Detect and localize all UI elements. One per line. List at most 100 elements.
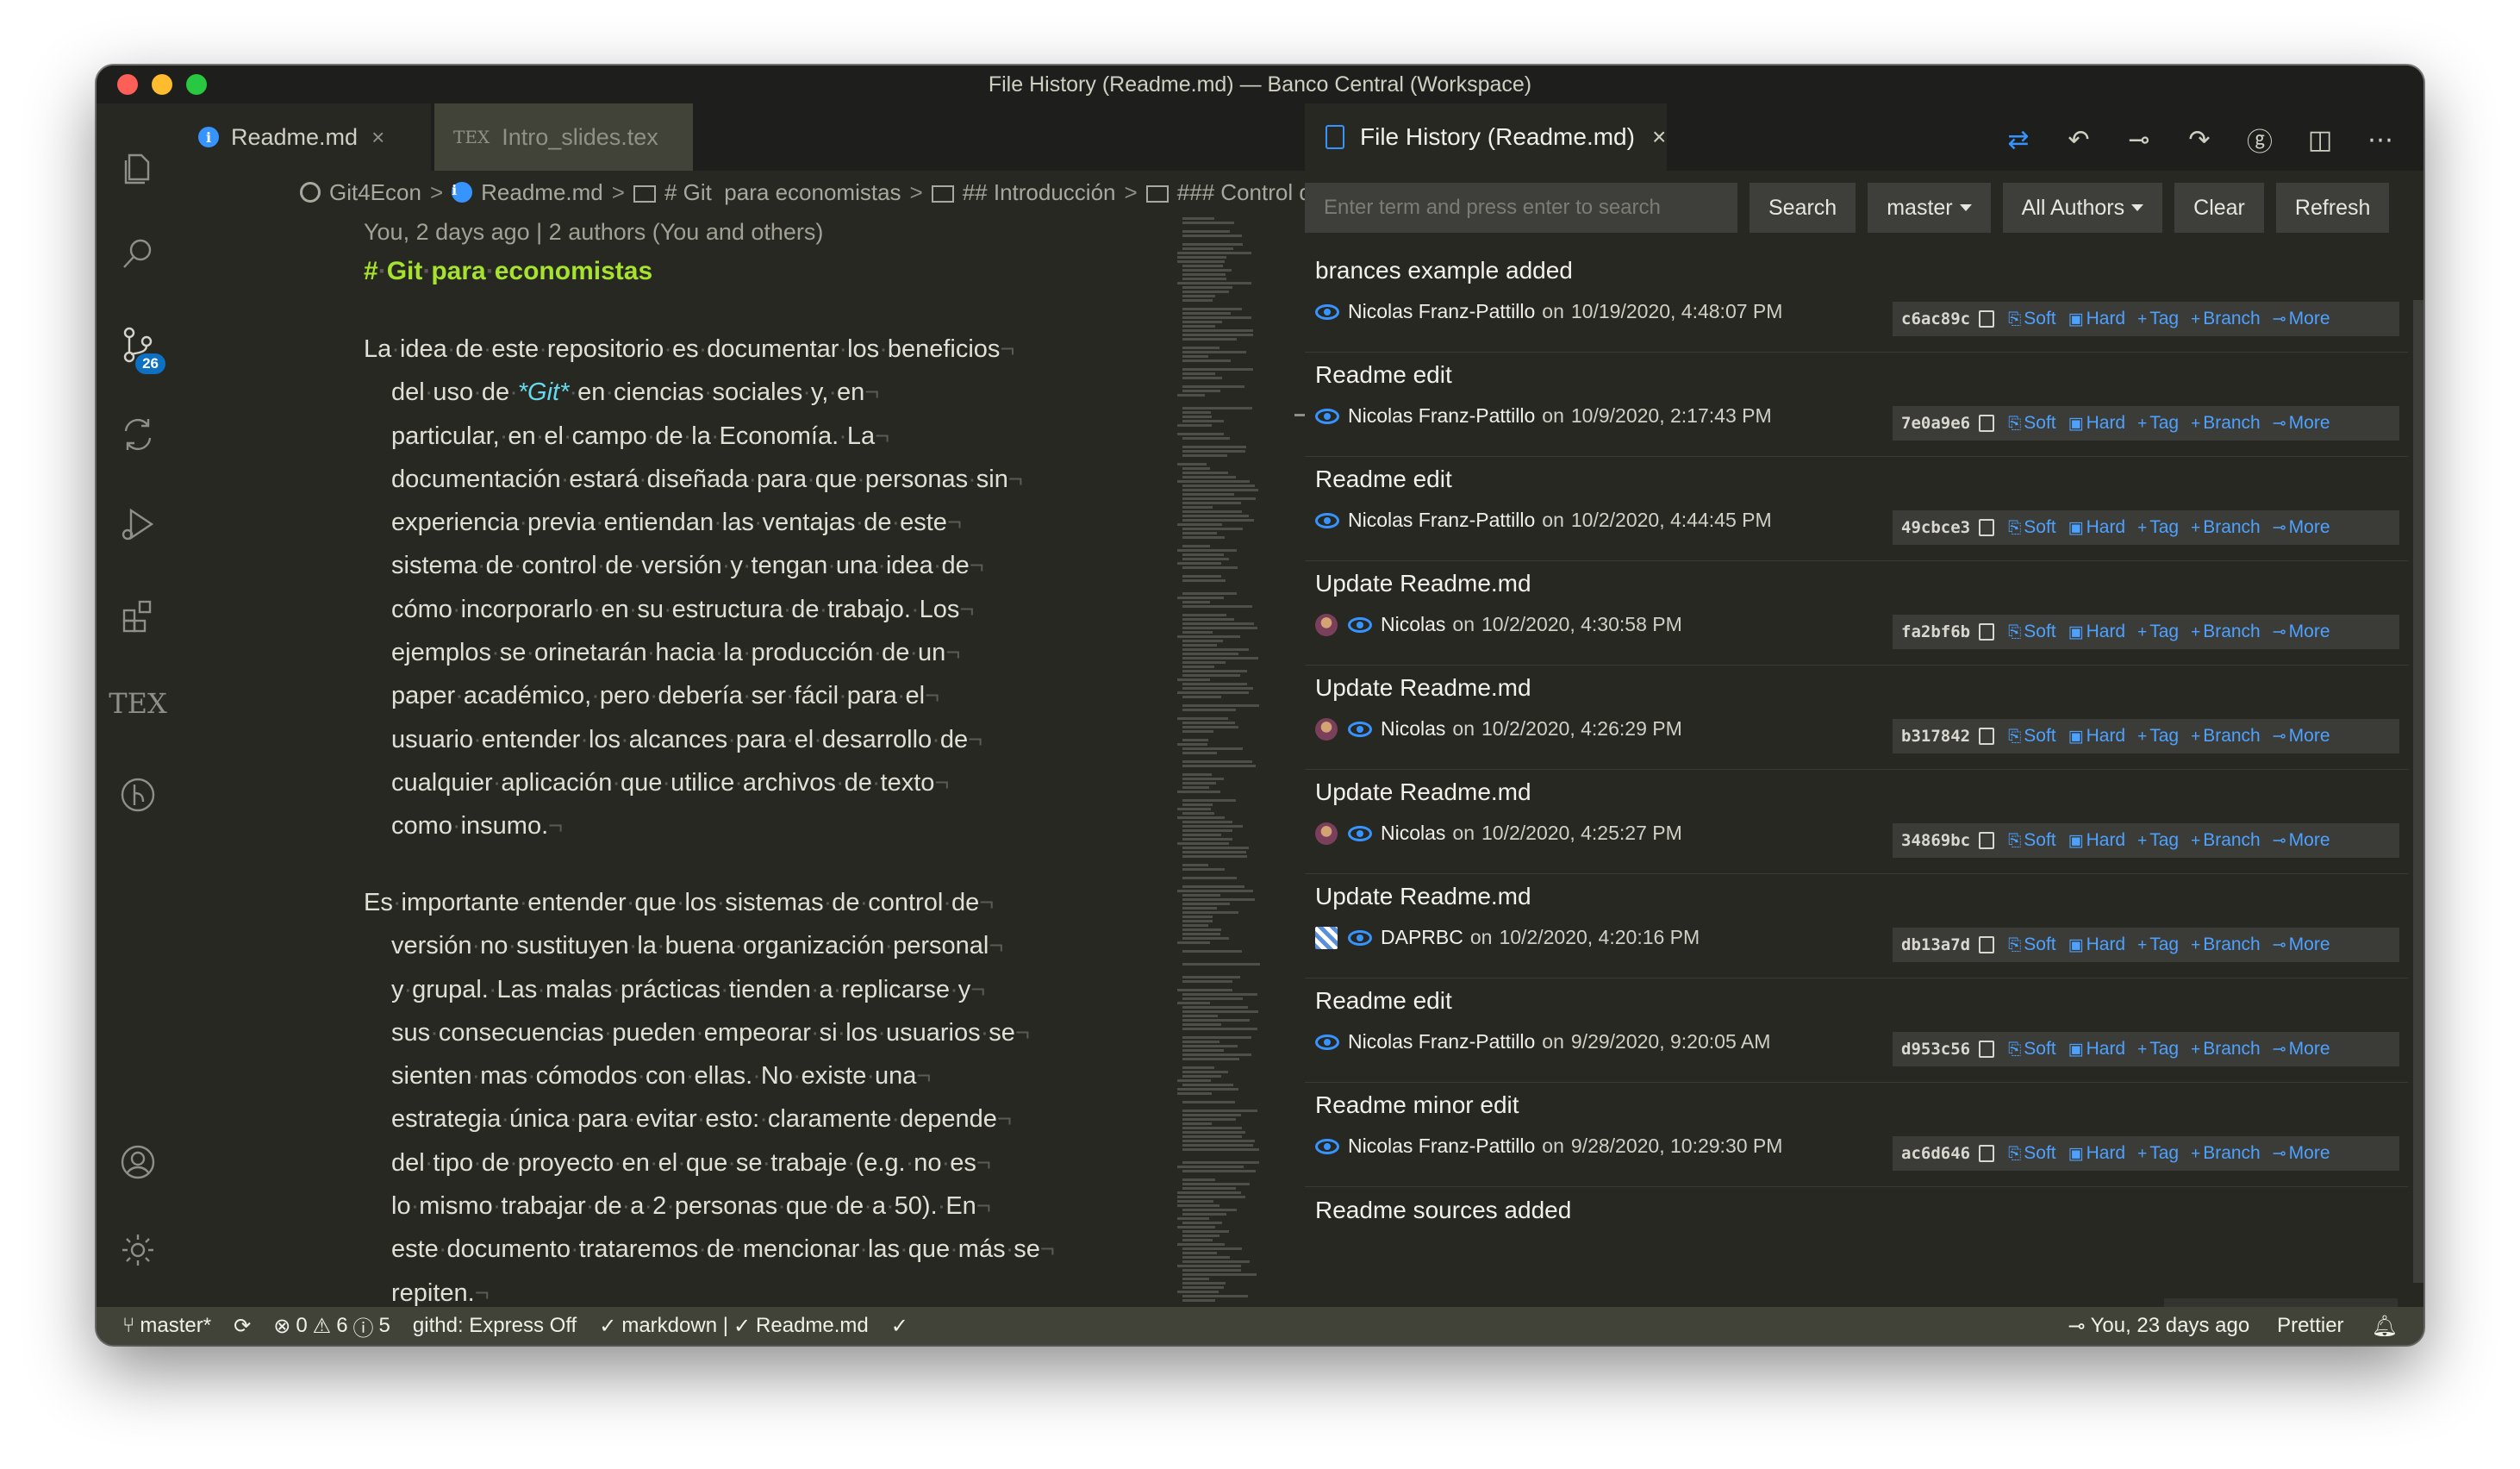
copy-icon[interactable] — [1979, 519, 1995, 536]
commit-row[interactable]: Readme sources added — [1305, 1188, 2408, 1292]
commit-hash[interactable]: 49cbce3 — [1901, 518, 1970, 537]
hard-reset-button[interactable]: ▣ Hard — [2068, 1143, 2125, 1164]
eye-icon[interactable] — [1315, 408, 1339, 424]
blame-status[interactable]: ⊸ You, 23 days ago — [2068, 1314, 2249, 1339]
more-button[interactable]: ⊸ More — [2273, 622, 2330, 642]
commit-author[interactable]: Nicolas Franz-Pattillo — [1348, 404, 1535, 428]
tab-file-history[interactable]: File History (Readme.md) × — [1305, 103, 1667, 171]
add-branch-button[interactable]: + Branch — [2191, 413, 2261, 434]
more-button[interactable]: ⊸ More — [2273, 1039, 2330, 1060]
check-icon[interactable]: ✓ — [891, 1314, 908, 1339]
add-branch-button[interactable]: + Branch — [2191, 309, 2261, 329]
git-sync-icon[interactable] — [114, 410, 162, 459]
zoom-window-button[interactable] — [186, 74, 207, 95]
copy-icon[interactable] — [1979, 1041, 1995, 1058]
tab-close-icon[interactable]: × — [371, 124, 384, 151]
commit-row[interactable]: Readme minor edit Nicolas Franz-Pattillo o… — [1305, 1083, 2408, 1187]
more-button[interactable]: ⊸ More — [2273, 726, 2330, 747]
commit-message[interactable]: Readme sources added — [1315, 1197, 1571, 1224]
commit-message[interactable]: Readme edit — [1315, 987, 1452, 1015]
more-actions-icon[interactable]: ⋯ — [2363, 125, 2398, 155]
add-tag-button[interactable]: + Tag — [2137, 622, 2179, 642]
prettier-status[interactable]: Prettier — [2277, 1314, 2343, 1338]
commit-author[interactable]: Nicolas — [1381, 822, 1445, 845]
extensions-icon[interactable] — [114, 591, 162, 640]
git-graph-icon[interactable]: ⓖ — [2242, 121, 2277, 159]
clear-button[interactable]: Clear — [2174, 183, 2264, 233]
editor-content[interactable]: You, 2 days ago | 2 authors (You and oth… — [179, 214, 1265, 1307]
notifications-bell-icon[interactable]: 🔔︎ — [2372, 1314, 2398, 1339]
copy-icon[interactable] — [1979, 728, 1995, 745]
soft-reset-button[interactable]: ⎘ Soft — [2008, 1143, 2056, 1164]
add-branch-button[interactable]: + Branch — [2191, 935, 2261, 955]
search-button[interactable]: Search — [1750, 183, 1856, 233]
language-status[interactable]: ✓ markdown | ✓ Readme.md — [599, 1314, 869, 1339]
git-compare-icon[interactable]: ⇄ — [2001, 125, 2036, 155]
add-tag-button[interactable]: + Tag — [2137, 1039, 2179, 1060]
commit-hash[interactable]: d953c56 — [1901, 1040, 1970, 1059]
hard-reset-button[interactable]: ▣ Hard — [2068, 726, 2125, 747]
commit-icon[interactable]: ⊸ — [2122, 125, 2156, 155]
more-button[interactable]: ⊸ More — [2273, 517, 2330, 538]
commit-message[interactable]: Readme edit — [1315, 361, 1452, 389]
eye-icon[interactable] — [1315, 303, 1339, 320]
commit-hash[interactable]: 7e0a9e6 — [1901, 414, 1970, 433]
commit-author[interactable]: Nicolas Franz-Pattillo — [1348, 1135, 1535, 1158]
history-scrollbar[interactable] — [2413, 300, 2423, 1283]
branch-dropdown[interactable]: master — [1868, 183, 1991, 233]
commit-message[interactable]: Update Readme.md — [1315, 778, 1531, 806]
copy-icon[interactable] — [1979, 832, 1995, 849]
soft-reset-button[interactable]: ⎘ Soft — [2008, 622, 2056, 642]
eye-icon[interactable] — [1348, 616, 1372, 633]
tab-intro-slides[interactable]: TEX Intro_slides.tex — [434, 103, 693, 171]
hard-reset-button[interactable]: ▣ Hard — [2068, 517, 2125, 538]
add-tag-button[interactable]: + Tag — [2137, 517, 2179, 538]
add-branch-button[interactable]: + Branch — [2191, 830, 2261, 851]
commit-row[interactable]: Readme edit Nicolas Franz-Pattillo on 9/29/… — [1305, 978, 2408, 1083]
tab-close-icon[interactable]: × — [1652, 123, 1666, 151]
breadcrumb-item-h2[interactable]: ## Introducción — [963, 179, 1116, 206]
hard-reset-button[interactable]: ▣ Hard — [2068, 1039, 2125, 1060]
add-tag-button[interactable]: + Tag — [2137, 830, 2179, 851]
minimap[interactable] — [1174, 214, 1269, 1307]
commit-row[interactable]: Update Readme.md DAPRBC on 10/2/2020, 4:20:… — [1305, 874, 2408, 978]
copy-icon[interactable] — [1979, 1145, 1995, 1162]
commit-author[interactable]: Nicolas Franz-Pattillo — [1348, 509, 1535, 532]
git-graph-icon[interactable] — [114, 771, 162, 819]
more-button[interactable]: ⊸ More — [2273, 935, 2330, 955]
sync-icon[interactable]: ⟳ — [234, 1314, 251, 1339]
git-blame-codelens[interactable]: You, 2 days ago | 2 authors (You and oth… — [364, 219, 823, 246]
explorer-icon[interactable] — [114, 143, 162, 191]
commit-row[interactable]: Readme edit Nicolas Franz-Pattillo on 10/9/… — [1305, 353, 2408, 457]
hard-reset-button[interactable]: ▣ Hard — [2068, 830, 2125, 851]
hard-reset-button[interactable]: ▣ Hard — [2068, 413, 2125, 434]
commit-row[interactable]: brances example added Nicolas Franz-Patti… — [1305, 248, 2408, 353]
commit-hash[interactable]: db13a7d — [1901, 935, 1970, 954]
branch-status[interactable]: ⑂ master* — [122, 1314, 211, 1338]
commit-message[interactable]: Update Readme.md — [1315, 674, 1531, 702]
soft-reset-button[interactable]: ⎘ Soft — [2008, 517, 2056, 538]
eye-icon[interactable] — [1348, 825, 1372, 841]
commit-message[interactable]: brances example added — [1315, 257, 1573, 284]
eye-icon[interactable] — [1348, 929, 1372, 946]
commit-author[interactable]: Nicolas — [1381, 613, 1445, 636]
breadcrumb-item-git4econ[interactable]: Git4Econ — [329, 179, 421, 206]
minimize-window-button[interactable] — [152, 74, 172, 95]
copy-icon[interactable] — [1979, 415, 1995, 432]
add-tag-button[interactable]: + Tag — [2137, 309, 2179, 329]
commit-author[interactable]: Nicolas Franz-Pattillo — [1348, 300, 1535, 323]
add-branch-button[interactable]: + Branch — [2191, 726, 2261, 747]
add-branch-button[interactable]: + Branch — [2191, 622, 2261, 642]
history-search-input[interactable] — [1305, 183, 1737, 233]
commit-message[interactable]: Readme edit — [1315, 466, 1452, 493]
refresh-button[interactable]: Refresh — [2275, 183, 2390, 233]
commit-hash[interactable]: fa2bf6b — [1901, 622, 1970, 641]
add-tag-button[interactable]: + Tag — [2137, 935, 2179, 955]
eye-icon[interactable] — [1315, 512, 1339, 528]
tex-icon[interactable]: TEX — [109, 679, 166, 728]
copy-icon[interactable] — [1979, 310, 1995, 328]
go-back-icon[interactable]: ↶ — [2062, 125, 2096, 155]
hard-reset-button[interactable]: ▣ Hard — [2068, 309, 2125, 329]
search-icon[interactable] — [114, 229, 162, 278]
commit-hash[interactable]: ac6d646 — [1901, 1144, 1970, 1163]
